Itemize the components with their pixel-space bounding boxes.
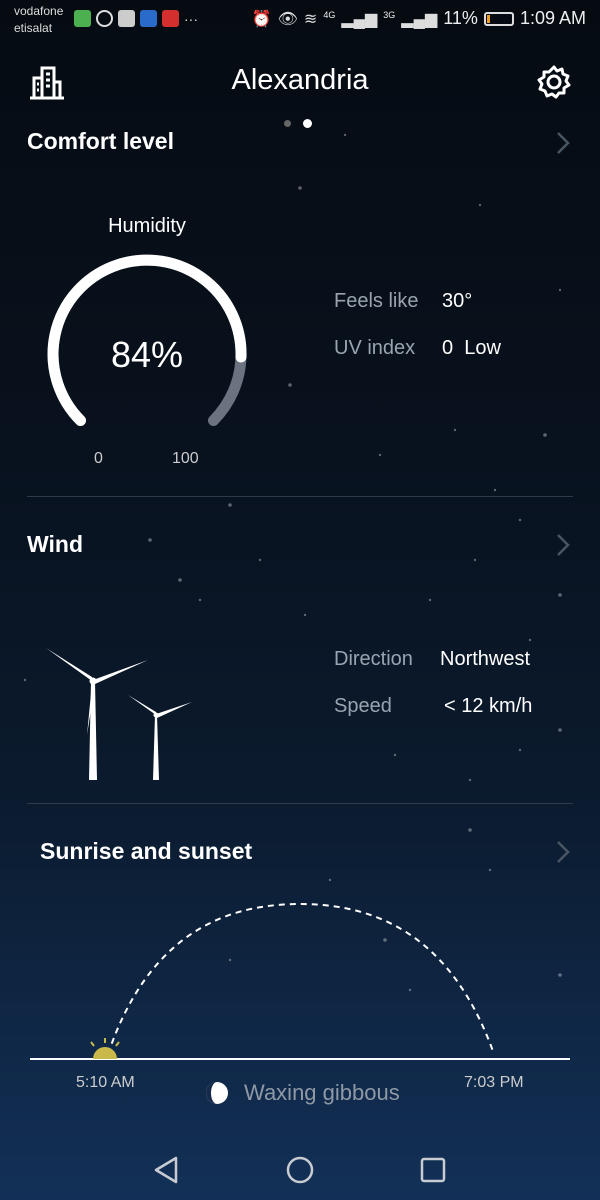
humidity-value: 84% <box>110 334 184 375</box>
star <box>303 613 307 617</box>
wind-direction-value: Northwest <box>440 648 531 670</box>
stack-icon <box>118 10 135 27</box>
status-right: ⏰ 👁 ≋ 4G ▂▄▆ 3G ▂▄▆ 11% 1:09 AM <box>252 8 586 29</box>
star <box>528 638 532 642</box>
recents-square-icon[interactable] <box>415 1152 451 1188</box>
star <box>558 288 562 292</box>
battery-percent: 11% <box>443 8 478 28</box>
moon-phase-label: Waxing gibbous <box>244 1080 400 1105</box>
wifi-icon: ≋ <box>303 10 318 28</box>
star <box>518 748 522 752</box>
sun-icon <box>90 1038 120 1059</box>
divider <box>27 803 573 804</box>
star <box>468 778 472 782</box>
chevron-right-icon[interactable] <box>556 840 570 864</box>
app-icon <box>162 10 179 27</box>
notification-icons: ··· <box>74 10 198 27</box>
battery-icon <box>483 11 514 26</box>
star <box>543 433 547 437</box>
star <box>378 453 382 457</box>
star <box>393 753 397 757</box>
home-circle-icon[interactable] <box>282 1152 318 1188</box>
navigation-bar <box>0 1140 600 1200</box>
comfort-level-header[interactable]: Comfort level <box>27 128 174 155</box>
more-notifications-icon: ··· <box>184 10 198 27</box>
star <box>288 383 292 387</box>
battery-fill <box>486 14 490 23</box>
carrier-1: vodafone <box>14 4 64 18</box>
feels-like-label: Feels like <box>334 290 419 312</box>
wind-direction-label: Direction <box>334 648 413 670</box>
signal-icon: ▂▄▆ <box>341 10 378 28</box>
page-indicator <box>284 119 312 128</box>
star <box>468 828 472 832</box>
star <box>558 593 562 597</box>
carrier-names: vodafone etisalat <box>14 3 63 37</box>
star <box>518 518 522 522</box>
star <box>298 186 302 190</box>
network-type-1: 4G <box>323 9 336 20</box>
network-type-2: 3G <box>383 9 396 20</box>
city-title: Alexandria <box>231 64 369 96</box>
star <box>328 878 332 882</box>
star <box>493 488 497 492</box>
moon-phase-icon <box>206 1082 228 1104</box>
star <box>428 598 432 602</box>
star <box>178 578 182 582</box>
star <box>343 133 347 137</box>
moon-phase: Waxing gibbous <box>204 1080 400 1106</box>
status-bar: vodafone etisalat ··· ⏰ 👁 ≋ 4G ▂▄▆ 3G ▂▄… <box>0 0 600 44</box>
star <box>198 598 202 602</box>
uv-index-value: 0 Low <box>442 337 501 359</box>
clock: 1:09 AM <box>519 8 586 28</box>
divider <box>27 496 573 497</box>
sun-path-diagram <box>30 902 570 1060</box>
page-dot[interactable] <box>284 120 291 127</box>
star <box>473 558 477 562</box>
humidity-label: Humidity <box>108 215 186 237</box>
chevron-right-icon[interactable] <box>556 131 570 155</box>
star <box>258 558 262 562</box>
wind-header[interactable]: Wind <box>27 531 83 558</box>
wind-speed-label: Speed <box>334 695 392 717</box>
star <box>148 538 152 542</box>
uv-index-label: UV index <box>334 337 416 359</box>
sunrise-sunset-header[interactable]: Sunrise and sunset <box>40 838 252 865</box>
eye-icon: 👁 <box>277 10 298 28</box>
sunset-time: 7:03 PM <box>464 1074 524 1091</box>
app-icon <box>140 10 157 27</box>
star <box>23 678 27 682</box>
star <box>558 728 562 732</box>
gauge-max-label: 100 <box>172 450 199 467</box>
feels-like-value: 30° <box>442 290 473 312</box>
sunrise-time: 5:10 AM <box>76 1074 135 1091</box>
carrier-2: etisalat <box>14 21 53 35</box>
signal-icon: ▂▄▆ <box>401 10 438 28</box>
star <box>453 428 457 432</box>
wind-turbine-icon <box>46 648 192 780</box>
star <box>488 868 492 872</box>
messenger-icon <box>74 10 91 27</box>
gauge-min-label: 0 <box>94 450 103 467</box>
gear-icon[interactable] <box>536 64 572 100</box>
alarm-icon: ⏰ <box>251 10 272 28</box>
wind-speed-value: < 12 km/h <box>444 695 533 717</box>
whatsapp-icon <box>96 10 113 27</box>
back-triangle-icon[interactable] <box>148 1152 184 1188</box>
star <box>478 203 482 207</box>
star <box>228 503 232 507</box>
page-dot-active[interactable] <box>303 119 312 128</box>
chevron-right-icon[interactable] <box>556 533 570 557</box>
